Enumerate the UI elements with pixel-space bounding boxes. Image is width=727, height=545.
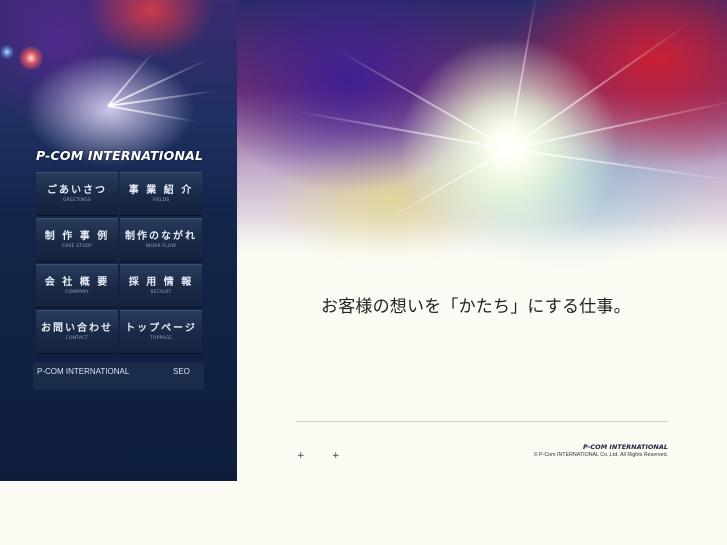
sub-link-bar: P-COM INTERNATIONAL SEO	[33, 362, 204, 390]
menu-item-label: お問い合わせ	[41, 322, 113, 334]
decorative-orb	[19, 46, 43, 70]
menu-item-label: 事 業 紹 介	[128, 184, 194, 196]
page: P-COM INTERNATIONAL ごあいさつ GREETINGS 事 業 …	[0, 0, 727, 545]
light-ray	[508, 0, 538, 150]
plus-marker: +	[297, 451, 305, 461]
menu-item-sublabel: RECRUIT	[150, 289, 172, 295]
copyright-text: © P-Com INTERNATIONAL Co.,Ltd. All Right…	[533, 452, 668, 458]
menu-item-work-flow[interactable]: 制作のながれ WORK FLOW	[120, 218, 202, 262]
menu-item-label: 制 作 事 例	[44, 230, 110, 242]
seo-link[interactable]: SEO	[173, 367, 190, 376]
footer-logo: P-COM INTERNATIONAL	[583, 443, 668, 451]
menu-item-sublabel: GREETINGS	[63, 197, 91, 203]
menu-item-label: 会 社 概 要	[44, 276, 110, 288]
light-ray	[107, 105, 197, 123]
site-logo[interactable]: P-COM INTERNATIONAL	[36, 148, 204, 163]
light-ray	[508, 148, 727, 183]
menu-item-toppage[interactable]: トップページ TOPPAGE	[120, 310, 202, 354]
hero-fade	[237, 220, 727, 300]
menu-item-label: トップページ	[125, 322, 197, 334]
decorative-orb	[0, 45, 14, 59]
hero-image	[237, 0, 727, 300]
menu-item-sublabel: TOPPAGE	[149, 335, 173, 341]
menu-item-sublabel: CASE STUDY	[61, 243, 93, 249]
menu-item-fields[interactable]: 事 業 紹 介 FIELDS	[120, 172, 202, 216]
menu-item-recruit[interactable]: 採 用 情 報 RECRUIT	[120, 264, 202, 308]
menu-item-sublabel: COMPANY	[65, 289, 89, 295]
menu-item-label: 制作のながれ	[125, 230, 197, 242]
menu-item-case-study[interactable]: 制 作 事 例 CASE STUDY	[36, 218, 118, 262]
sidebar: P-COM INTERNATIONAL ごあいさつ GREETINGS 事 業 …	[0, 0, 237, 481]
menu-item-sublabel: CONTACT	[65, 335, 89, 341]
menu-item-contact[interactable]: お問い合わせ CONTACT	[36, 310, 118, 354]
light-ray	[378, 148, 510, 225]
menu-item-label: 採 用 情 報	[128, 276, 194, 288]
hero-tagline: お客様の想いを「かたち」にする仕事。	[321, 297, 631, 317]
footer-divider	[296, 421, 668, 422]
menu-item-greetings[interactable]: ごあいさつ GREETINGS	[36, 172, 118, 216]
menu-item-sublabel: FIELDS	[152, 197, 170, 203]
menu-item-company[interactable]: 会 社 概 要 COMPANY	[36, 264, 118, 308]
plus-marker: +	[332, 451, 340, 461]
company-link[interactable]: P-COM INTERNATIONAL	[37, 367, 129, 376]
main-menu: ごあいさつ GREETINGS 事 業 紹 介 FIELDS 制 作 事 例 C…	[36, 172, 202, 354]
menu-item-sublabel: WORK FLOW	[145, 243, 177, 249]
menu-item-label: ごあいさつ	[47, 184, 107, 196]
